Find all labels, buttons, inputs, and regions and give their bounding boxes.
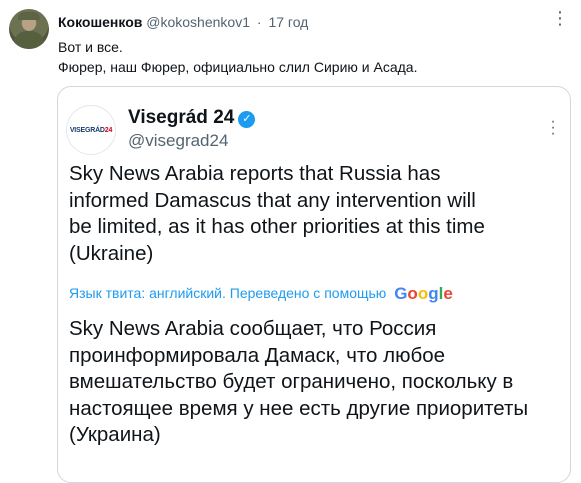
translation-label: Язык твита: английский. Переведено с пом… [69,285,387,301]
google-logo: Google [394,284,453,303]
translated-text-line: (Украина) [69,423,161,446]
tweet-header: Кокошенков @kokoshenkov1 · 17 год [58,13,308,31]
translated-text-line: вмешательство будет ограничено, поскольк… [69,370,514,393]
tweet-timestamp[interactable]: 17 год [268,14,308,30]
tweet-text-line: Фюрер, наш Фюрер, официально слил Сирию … [58,59,418,75]
avatar-body-shape [13,31,45,49]
dot-icon: · [550,125,556,142]
header-separator: · [256,14,262,30]
author-handle[interactable]: @kokoshenkov1 [146,14,250,30]
quoted-text-line: be limited, as it has other priorities a… [69,215,485,238]
avatar-cap-shape [18,12,40,20]
translated-text-line: проинформировала Дамаск, что любое [69,343,446,367]
tweet-text: Вот и все. Фюрер, наш Фюрер, официально … [58,37,417,77]
quoted-author-handle[interactable]: @visegrad24 [128,131,228,151]
translated-text: Sky News Arabia сообщает, что Россия про… [69,316,528,449]
quoted-tweet[interactable]: VISEGRÁD 24 Visegrád 24 ✓ @visegrad24 · · … [57,86,571,483]
translated-text-line: Sky News Arabia сообщает, что Россия [69,317,437,340]
translated-text-line: настоящее время у нее есть другие приори… [69,396,529,420]
translation-attribution[interactable]: Язык твита: английский. Переведено с пом… [69,284,453,303]
quoted-text-line: Sky News Arabia reports that Russia has [69,162,441,185]
author-avatar[interactable] [9,9,49,49]
quoted-text-line: (Ukraine) [69,241,154,265]
quoted-tweet-text: Sky News Arabia reports that Russia has … [69,161,485,267]
quoted-author-name[interactable]: Visegrád 24 [128,107,234,128]
verified-badge-icon: ✓ [238,110,256,128]
author-name[interactable]: Кокошенков [58,14,142,30]
avatar-logo-number: 24 [104,126,113,134]
quoted-text-line: informed Damascus that any intervention … [69,188,476,212]
quoted-more-options-icon[interactable]: · · · [550,114,556,142]
tweet-text-line: Вот и все. [58,39,123,55]
quoted-author-name-row: Visegrád 24 ✓ [128,107,256,129]
tweet[interactable]: Кокошенков @kokoshenkov1 · 17 год ⋮ Вот … [0,0,581,483]
more-options-icon[interactable]: ⋮ [551,9,569,27]
quoted-author-avatar[interactable]: VISEGRÁD 24 [66,105,116,155]
avatar-logo-text: VISEGRÁD [69,126,105,134]
